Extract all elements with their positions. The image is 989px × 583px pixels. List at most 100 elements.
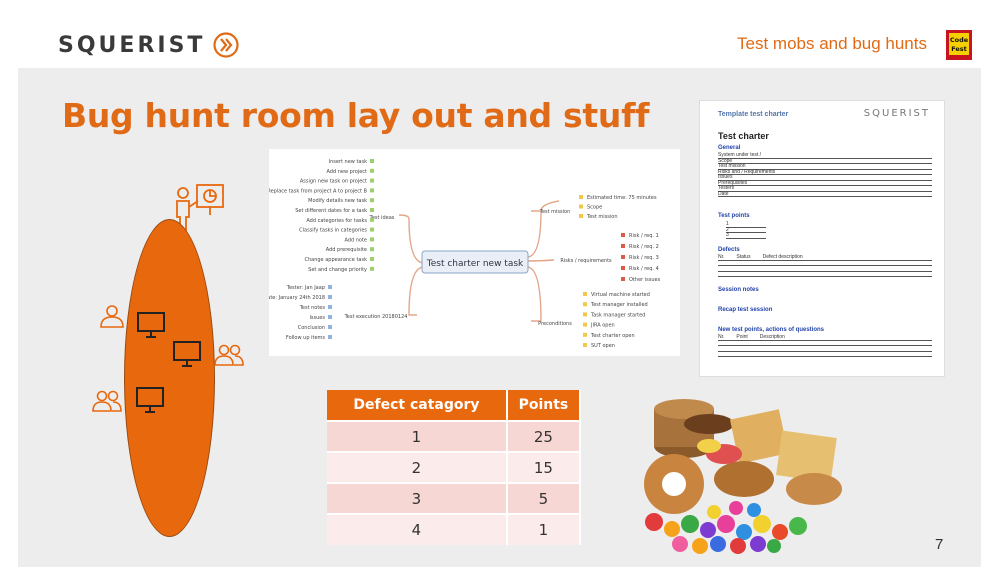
mindmap-leaf-marker [370,237,374,242]
mindmap-leaf-marker [370,208,374,212]
mindmap-leaf-marker [328,295,332,299]
mindmap-branch-execution: Test execution 20180124 [344,314,408,320]
table-cell-points: 25 [506,420,582,452]
charter-session-notes-label: Session notes [718,287,759,293]
charter-recap-label: Recap test session [718,307,773,313]
table-header-category: Defect catagory [327,390,508,421]
table-cell-category: 4 [327,513,508,545]
mindmap-leaf: Scope [587,205,602,211]
charter-new-points-label: New test points, actions of questions [718,327,825,333]
mindmap-leaf: Add note [344,237,367,243]
table-row: 3 5 [327,482,582,514]
mindmap-leaf: Risk / req. 1 [629,233,659,239]
mindmap-leaf-marker [370,198,374,203]
mindmap-leaf: Set and change priority [308,267,367,273]
charter-defects-label: Defects [718,247,740,253]
squerist-logo: SQUERIST [58,32,240,58]
mindmap-leaf: Replace task from project A to project B [269,188,368,194]
mindmap-leaf: Change appearance task [304,257,367,263]
mindmap-leaf-marker [583,312,587,317]
double-chevron-icon [213,32,240,58]
table-cell-points: 1 [506,513,582,545]
mindmap-leaf-marker [583,332,587,337]
bug-hunt-table [124,219,215,537]
charter-col-label: Nr. [718,254,725,260]
mindmap-leaf-marker [621,233,625,237]
mindmap-leaf-marker [621,255,625,259]
mindmap-leaf-marker [328,315,332,319]
table-header-points: Points [506,390,582,421]
charter-test-points-label: Test points [718,213,750,219]
mindmap-leaf: Conclusion [298,325,325,331]
user-icon [100,305,124,328]
charter-col-label: Description [759,334,785,340]
mindmap-leaf: Test manager installed [590,302,648,308]
monitor-icon [173,341,201,367]
logo-text: SQUERIST [58,32,206,58]
mindmap-leaf-marker [370,178,374,183]
mindmap-branch-preconditions: Preconditions [538,321,572,327]
mindmap-leaf: Task manager started [590,312,645,318]
charter-col-label: Nr. [718,334,725,340]
charter-col-label: Status [736,254,751,260]
header: SQUERIST Test mobs and bug hunts Code Fe… [0,0,989,68]
mindmap-branch-risks: Risks / requirements [560,258,612,264]
mindmap-branch-mission: Test mission [539,209,571,215]
mindmap-leaf-marker [579,195,583,199]
mindmap-leaf: Tester: Jan Jaap [286,285,325,291]
mindmap-leaf: Virtual machine started [591,292,650,298]
mindmap-leaf: JIRA open [590,323,615,329]
mindmap-leaf: Date: January 24th 2018 [269,295,325,301]
mindmap-leaf-marker [370,227,374,232]
test-charter-document: Template test charter SQUERIST Test char… [699,100,945,377]
mindmap-leaf-marker [370,257,374,261]
mindmap-leaf: Assign new task on project [300,179,367,185]
mindmap-leaf: Add new project [326,169,367,175]
svg-text:Code: Code [950,36,969,44]
mindmap-leaf: Other issues [629,277,661,283]
charter-title: Test charter [718,131,769,141]
svg-text:Fest: Fest [951,45,967,53]
mindmap-leaf-marker [328,285,332,289]
presentation-topic: Test mobs and bug hunts [737,34,927,53]
mindmap-leaf-marker [621,266,625,270]
charter-row: 3 [726,233,766,239]
page-number: 7 [935,536,944,553]
table-cell-category: 3 [327,482,508,514]
cookies-and-candy-image [644,399,842,554]
charter-general-label: General [718,145,741,151]
mindmap-leaf-marker [370,159,374,163]
mindmap-leaf-marker [583,302,587,307]
charter-general-rows: System under test / Scope Test mission Risk… [718,153,932,197]
charter-empty-row [718,352,932,357]
monitor-icon [136,387,164,413]
mindmap-leaf: Follow up items [286,335,326,341]
codefest-logo: Code Fest [946,30,972,60]
mindmap-center: Test charter new task [426,259,524,269]
mindmap-leaf: Test mission [586,214,618,220]
mindmap-leaf-marker [328,325,332,329]
mindmap-leaf-marker [328,335,332,339]
charter-empty-row [718,272,932,277]
mindmap-leaf-marker [621,277,625,281]
table-cell-category: 1 [327,420,508,452]
mindmap-leaf-marker [328,305,332,309]
monitor-icon [137,312,165,338]
mindmap-leaf: Classify tasks in categories [299,228,367,234]
mindmap-leaf: Test notes [299,305,326,311]
mindmap-leaf-marker [583,322,587,327]
table-row: 2 15 [327,451,582,483]
mindmap-leaf-marker [579,214,583,218]
mindmap-leaf-marker [370,168,374,173]
mindmap-leaf: SUT open [591,343,615,349]
table-cell-points: 5 [506,482,582,514]
charter-col-label: Defect description [762,254,803,260]
table-row: 4 1 [327,513,582,545]
table-cell-points: 15 [506,451,582,483]
mindmap-leaf: Insert new task [329,159,367,165]
users-icon [214,344,244,366]
charter-logo: SQUERIST [863,108,930,119]
charter-test-points: 123 [726,222,766,239]
mindmap-leaf-marker [621,244,625,248]
charter-header: Template test charter [718,111,789,118]
